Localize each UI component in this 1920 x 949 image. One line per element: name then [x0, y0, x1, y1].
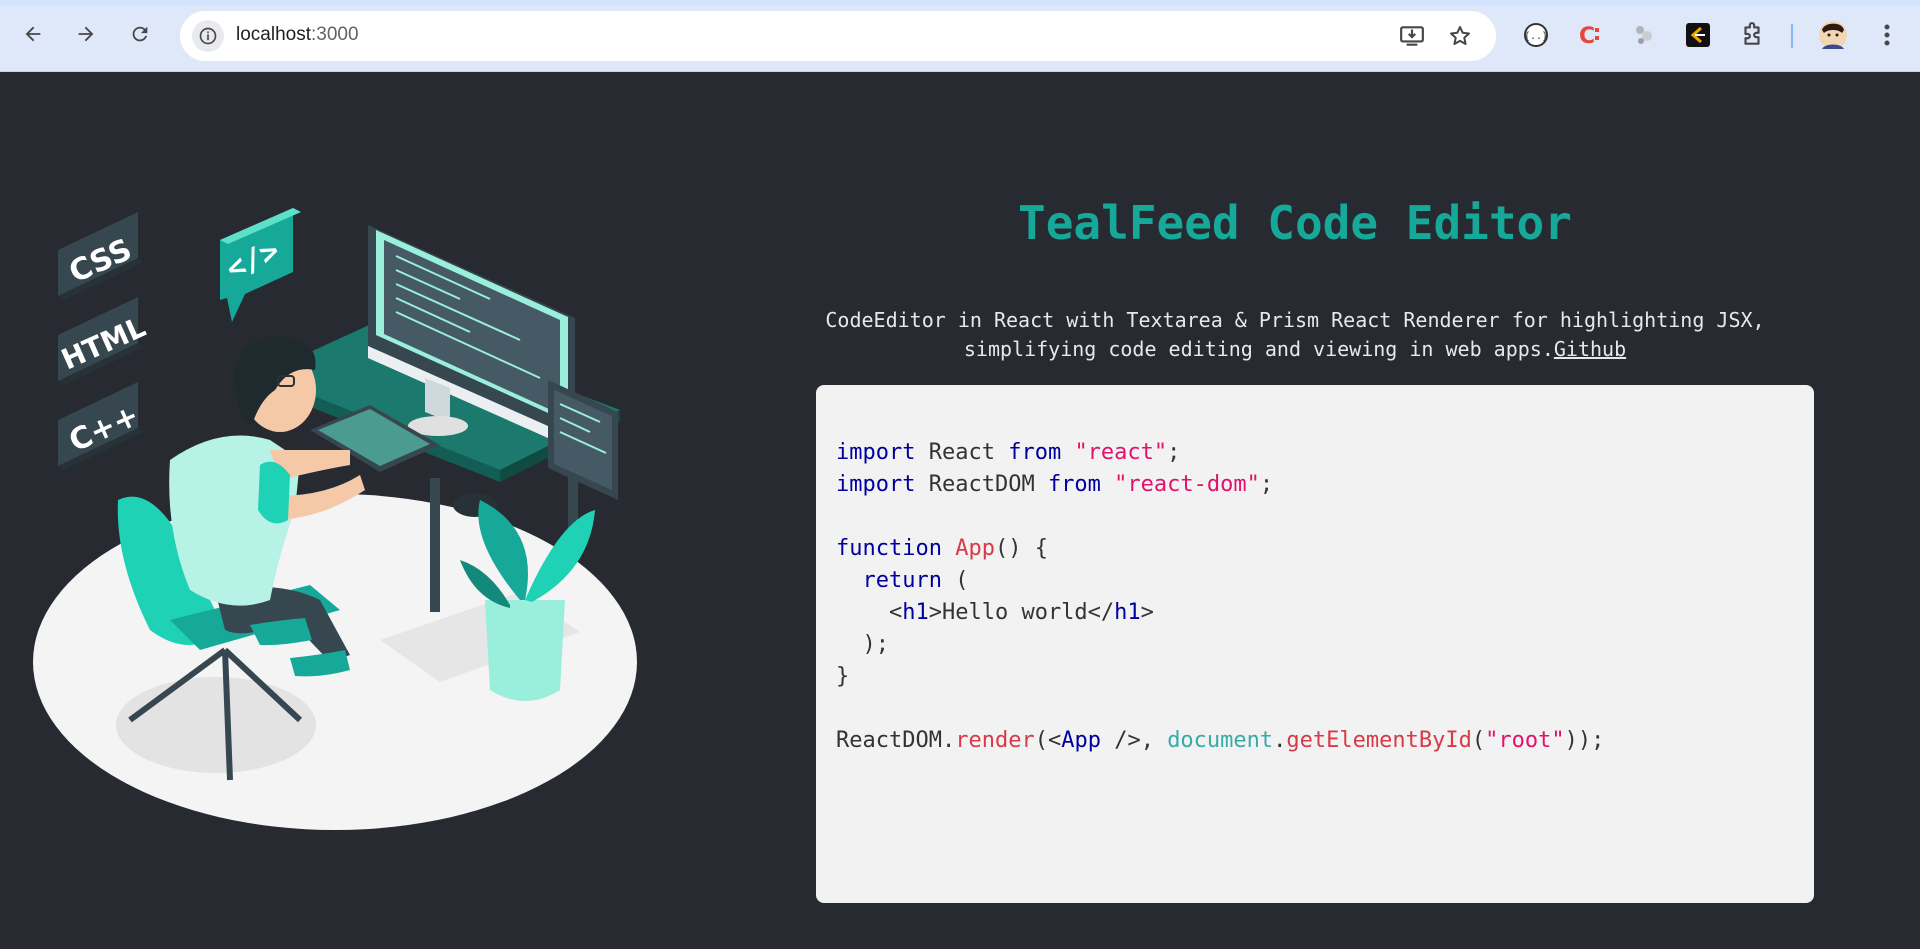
code-token: .	[1273, 728, 1287, 753]
code-token: >	[1140, 600, 1154, 625]
code-token: import	[836, 440, 916, 465]
address-bar[interactable]: localhost:3000	[180, 11, 1496, 61]
code-token: ;	[1259, 472, 1274, 497]
url-port: :3000	[311, 24, 359, 45]
code-token: App	[955, 536, 995, 561]
profile-avatar-icon[interactable]	[1818, 20, 1848, 50]
code-token: function	[836, 536, 942, 561]
site-info-icon[interactable]	[192, 20, 224, 52]
code-token: getElementById	[1286, 728, 1472, 753]
page-description: CodeEditor in React with Textarea & Pris…	[780, 306, 1810, 364]
code-token: }	[836, 664, 850, 689]
code-token: ReactDOM.	[836, 728, 956, 753]
install-app-icon[interactable]	[1398, 22, 1426, 50]
code-token: <	[888, 600, 903, 625]
extensions-puzzle-icon[interactable]	[1737, 20, 1767, 50]
code-token: "react"	[1074, 440, 1168, 465]
code-token: ReactDOM	[915, 472, 1048, 497]
forward-icon[interactable]	[70, 18, 102, 50]
css-tag: CSS	[58, 212, 144, 300]
url-host: localhost	[236, 24, 311, 45]
chair-shadow	[116, 677, 316, 773]
html-tag: HTML	[56, 297, 151, 385]
code-token: (	[1471, 728, 1486, 753]
code-token: App	[1061, 728, 1101, 753]
developer-illustration: CSS HTML C++ </>	[33, 208, 637, 830]
github-link[interactable]: Github	[1554, 337, 1626, 361]
cpp-tag: C++	[58, 382, 144, 470]
code-token: () {	[994, 536, 1048, 561]
url-text[interactable]: localhost:3000	[236, 24, 359, 46]
browser-toolbar: localhost:3000 {..} C	[0, 0, 1920, 72]
toolbar-separator	[1791, 24, 1793, 48]
bookmark-star-icon[interactable]	[1446, 22, 1474, 50]
code-token: h1	[902, 600, 929, 625]
cc-extension-icon[interactable]: C	[1575, 20, 1605, 50]
code-token: return	[862, 568, 942, 593]
code-token: import	[836, 472, 916, 497]
code-token: ));	[1564, 728, 1605, 753]
code-token: render	[955, 728, 1035, 753]
tab-strip-edge	[0, 0, 1920, 6]
back-icon[interactable]	[17, 18, 49, 50]
description-line-2: simplifying code editing and viewing in …	[963, 337, 1554, 361]
code-token: "root"	[1485, 728, 1565, 753]
code-textarea[interactable]: import React from "react"; import ReactD…	[836, 437, 1604, 757]
page-title: TealFeed Code Editor	[1018, 196, 1572, 250]
desk-leg	[430, 478, 440, 612]
code-token: >Hello world</	[928, 600, 1115, 625]
code-token: (	[941, 568, 969, 593]
gray-extension-icon[interactable]	[1629, 20, 1659, 50]
code-token: document	[1167, 728, 1274, 753]
code-bubble: </>	[220, 208, 301, 322]
reload-icon[interactable]	[124, 18, 156, 50]
json-viewer-icon[interactable]: {..}	[1521, 20, 1551, 50]
code-token: h1	[1114, 600, 1141, 625]
plant-pot	[485, 600, 565, 701]
code-token: (<	[1034, 728, 1062, 753]
code-token: );	[836, 632, 889, 657]
svg-text:C: C	[1579, 24, 1595, 48]
code-editor[interactable]: import React from "react"; import ReactD…	[816, 385, 1814, 903]
code-token: />,	[1100, 728, 1168, 753]
code-token: ;	[1167, 440, 1181, 465]
code-token: "react-dom"	[1114, 472, 1260, 497]
code-token: from	[1047, 472, 1101, 497]
code-token: from	[1008, 440, 1062, 465]
svg-text:{..}: {..}	[1524, 31, 1548, 42]
code-token: React	[915, 440, 1009, 465]
description-line-1: CodeEditor in React with Textarea & Pris…	[825, 308, 1765, 332]
code-extension-icon[interactable]	[1683, 20, 1713, 50]
more-menu-icon[interactable]	[1872, 20, 1902, 50]
